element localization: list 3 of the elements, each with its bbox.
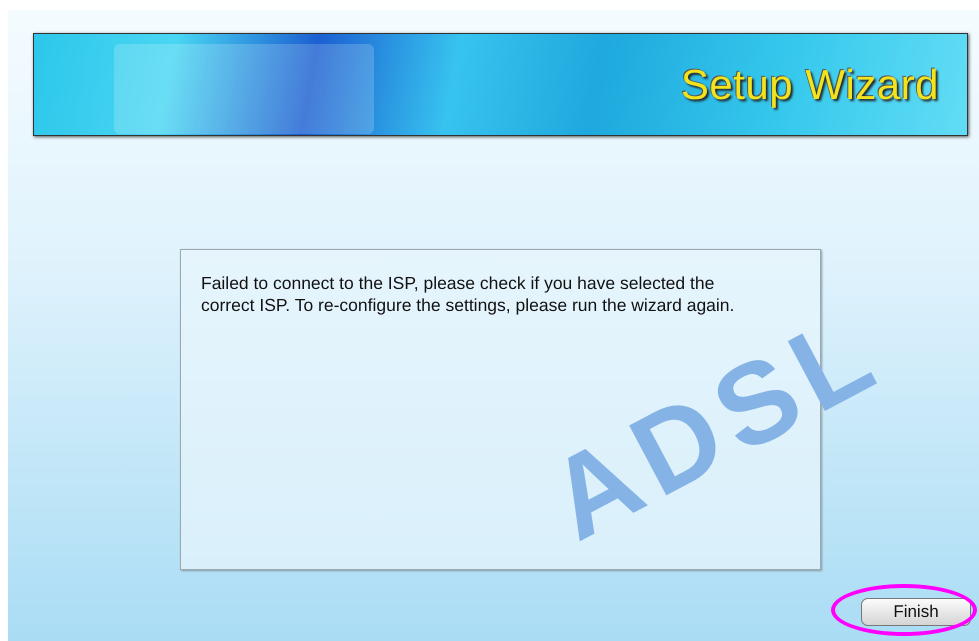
finish-button[interactable]: Finish xyxy=(861,598,971,626)
message-text: Failed to connect to the ISP, please check if you have selected the correct ISP. To re-configure the settings, please run the wizard again. xyxy=(201,273,734,315)
banner-title: Setup Wizard xyxy=(680,60,939,108)
